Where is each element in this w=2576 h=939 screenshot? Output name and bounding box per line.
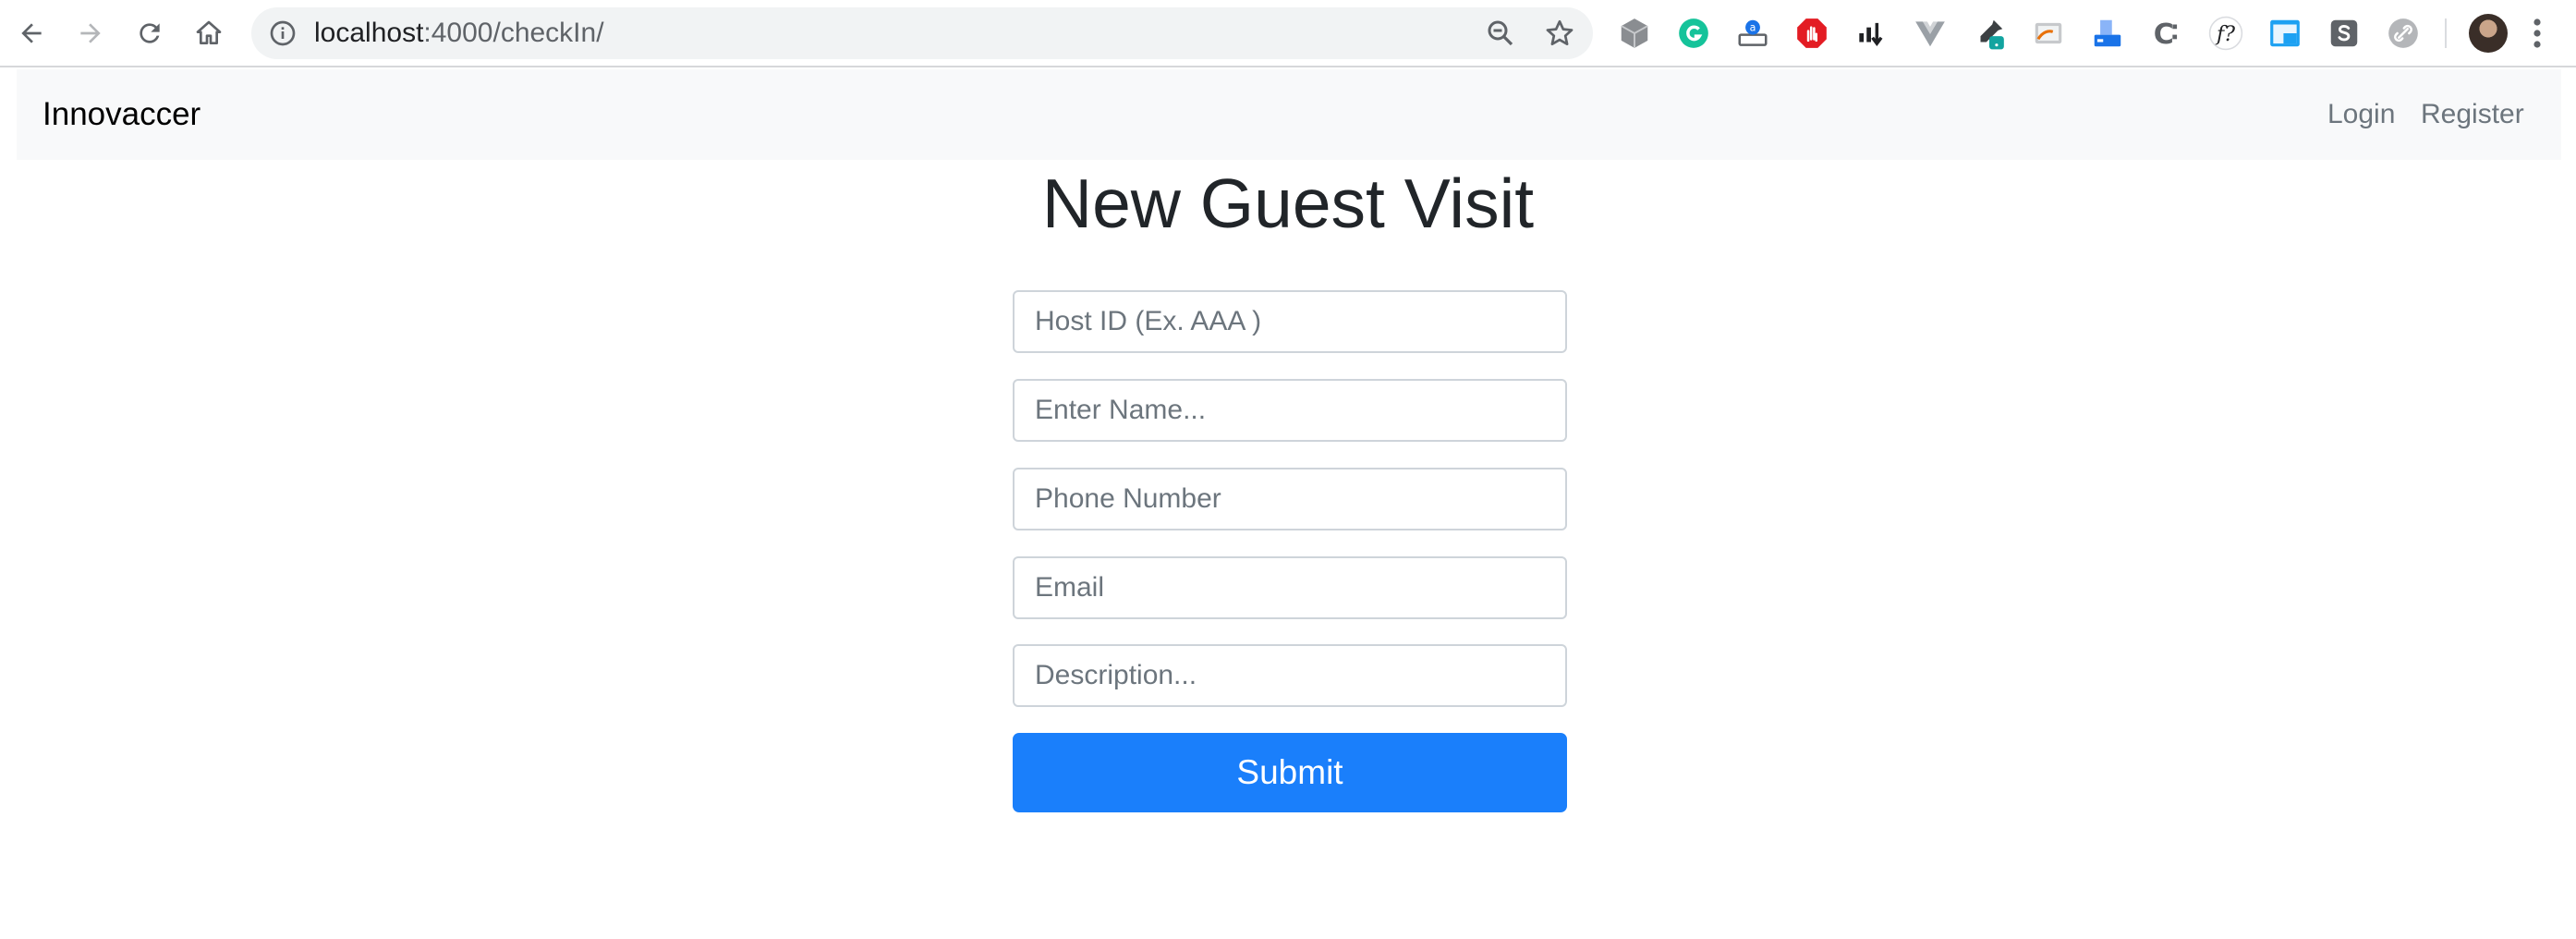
screencast-icon: [2035, 22, 2062, 44]
scanner-button[interactable]: [2090, 16, 2125, 51]
font-extension-icon: f?: [2208, 16, 2243, 51]
cube-extension-icon: [1621, 18, 1648, 48]
url-text[interactable]: localhost:4000/checkIn/: [314, 7, 604, 59]
chart-extension-icon: [1859, 22, 1883, 46]
submit-button[interactable]: Submit: [1013, 733, 1567, 812]
link-extension-icon: [2388, 18, 2418, 48]
phone-input[interactable]: [1013, 468, 1567, 530]
printer-extension-icon: a: [1738, 19, 1768, 46]
app-navbar: Innovaccer Login Register: [17, 69, 2561, 160]
forward-button[interactable]: [70, 13, 111, 54]
chart-extension-button[interactable]: [1853, 16, 1889, 51]
nav-link-login[interactable]: Login: [2327, 69, 2395, 160]
vue-devtools-icon: [1915, 21, 1945, 47]
browser-toolbar: localhost:4000/checkIn/ a C f?: [0, 0, 2576, 67]
extension-c-icon: C: [2154, 18, 2178, 51]
toolbar-separator: [2445, 18, 2447, 48]
window-extension-button[interactable]: [2267, 16, 2303, 51]
nav-link-register[interactable]: Register: [2421, 69, 2524, 160]
svg-text:a: a: [1750, 22, 1756, 34]
extension-c-button[interactable]: C: [2149, 16, 2184, 51]
scanner-icon: [2094, 19, 2121, 47]
bookmark-star-icon[interactable]: [1543, 17, 1576, 50]
home-button[interactable]: [188, 13, 229, 54]
s-extension-button[interactable]: [2327, 16, 2362, 51]
eyedropper-icon: [1980, 19, 2004, 50]
grammarly-button[interactable]: [1676, 16, 1711, 51]
description-input[interactable]: [1013, 644, 1567, 707]
back-icon: [21, 23, 42, 43]
svg-text:C: C: [2154, 18, 2174, 51]
adblock-icon: [1797, 18, 1827, 48]
cube-extension-button[interactable]: [1617, 16, 1652, 51]
menu-icon[interactable]: [2526, 15, 2548, 52]
s-extension-icon: [2330, 19, 2358, 47]
info-icon[interactable]: [268, 18, 298, 48]
grammarly-icon: [1679, 18, 1708, 48]
screencast-button[interactable]: [2031, 16, 2066, 51]
window-extension-icon: [2270, 19, 2300, 47]
reload-icon: [140, 23, 160, 43]
back-button[interactable]: [11, 13, 52, 54]
eyedropper-button[interactable]: [1972, 16, 2007, 51]
font-extension-button[interactable]: f?: [2208, 16, 2243, 51]
printer-extension-button[interactable]: a: [1735, 16, 1770, 51]
zoom-icon[interactable]: [1484, 17, 1517, 50]
page-title: New Guest Visit: [1041, 165, 1535, 242]
url-path: :4000/checkIn/: [423, 18, 604, 48]
forward-icon: [80, 23, 101, 43]
svg-text:f?: f?: [2215, 22, 2235, 46]
reload-button[interactable]: [129, 13, 170, 54]
host-id-input[interactable]: [1013, 290, 1567, 353]
brand-link[interactable]: Innovaccer: [43, 69, 200, 160]
name-input[interactable]: [1013, 379, 1567, 442]
email-input[interactable]: [1013, 556, 1567, 619]
vue-devtools-button[interactable]: [1913, 16, 1948, 51]
profile-avatar[interactable]: [2469, 14, 2508, 53]
home-icon: [196, 20, 222, 44]
address-bar[interactable]: localhost:4000/checkIn/: [251, 7, 1593, 59]
adblock-button[interactable]: [1794, 16, 1829, 51]
link-extension-button[interactable]: [2386, 16, 2421, 51]
url-host: localhost: [314, 18, 424, 48]
